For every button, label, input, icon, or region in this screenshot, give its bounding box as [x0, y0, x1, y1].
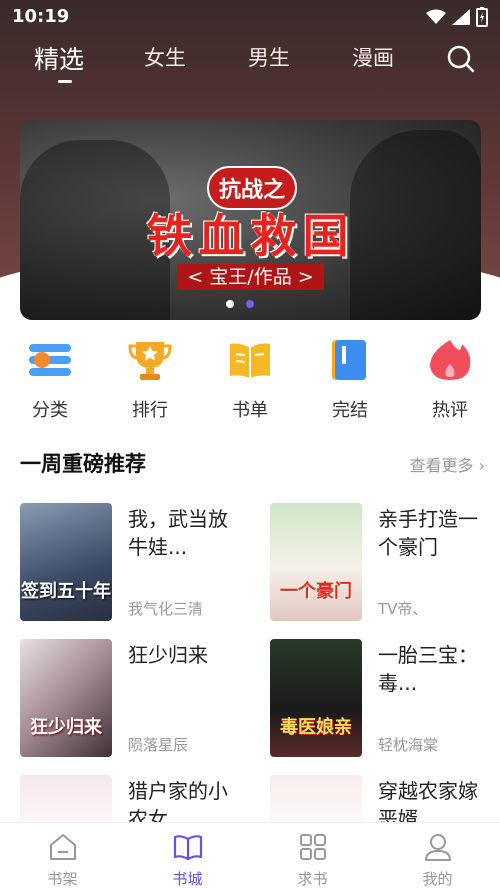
trophy-icon — [128, 342, 172, 380]
cover-text: 狂少归来 — [30, 717, 102, 738]
top-nav: 精选 女生 男生 漫画 — [0, 36, 500, 86]
tab-indicator — [58, 80, 72, 83]
banner-author: < 宝王/作品 > — [177, 264, 324, 290]
tab-male[interactable]: 男生 — [248, 42, 290, 72]
signal-icon — [452, 9, 470, 25]
book-author: TV帝、 — [378, 600, 428, 618]
quick-link-ranking[interactable]: 排行 — [100, 332, 200, 422]
see-more-label: 查看更多 — [409, 456, 474, 475]
book-title: 亲手打造一个豪门 — [378, 507, 478, 559]
battery-icon — [476, 7, 488, 27]
bottom-nav-request[interactable]: 求书 — [250, 823, 375, 889]
quick-link-label: 书单 — [232, 400, 268, 421]
quick-link-label: 排行 — [132, 400, 168, 421]
chevron-right-icon: › — [478, 456, 485, 475]
quick-link-booklist[interactable]: 书单 — [200, 332, 300, 422]
status-time: 10:19 — [12, 6, 70, 27]
pagination-dot[interactable] — [226, 300, 234, 308]
cover-text: 毒医娘亲 — [280, 717, 352, 738]
bottom-nav-label: 书城 — [172, 870, 203, 888]
status-bar: 10:19 — [0, 0, 500, 34]
book-cover: 毒医娘亲 — [270, 639, 362, 757]
quick-link-category[interactable]: 分类 — [0, 332, 100, 422]
book-author: 我气化三清 — [128, 600, 204, 618]
book-title: 一胎三宝：毒... — [378, 643, 478, 695]
book-cover: 签到五十年 — [20, 503, 112, 621]
bottom-nav-bookstore[interactable]: 书城 — [125, 823, 250, 889]
quick-link-label: 热评 — [432, 400, 468, 421]
see-more-link[interactable]: 查看更多 › — [409, 452, 485, 476]
grid-icon — [299, 834, 326, 860]
quick-link-hot-comments[interactable]: 热评 — [400, 332, 500, 422]
book-cover: 一个豪门 — [270, 503, 362, 621]
search-icon[interactable] — [446, 44, 476, 74]
promo-banner[interactable]: 抗战之 铁血救国 < 宝王/作品 > — [20, 120, 481, 320]
user-icon — [424, 834, 451, 861]
banner-pagination — [226, 300, 254, 308]
bottom-nav-label: 求书 — [297, 870, 328, 888]
category-icon — [29, 344, 71, 376]
book-cover: 狂少归来 — [20, 639, 112, 757]
bottom-nav: 书架 书城 求书 我的 — [0, 822, 500, 889]
tab-comics[interactable]: 漫画 — [352, 42, 394, 72]
bookshelf-home-icon — [49, 834, 76, 860]
cover-text: 签到五十年 — [21, 581, 111, 602]
banner-title: 铁血救国 — [146, 209, 355, 263]
section-header: 一周重磅推荐 查看更多 › — [20, 448, 485, 480]
tab-featured[interactable]: 精选 — [34, 40, 84, 76]
pagination-dot-active[interactable] — [246, 300, 254, 308]
book-author: 陨落星辰 — [128, 736, 189, 754]
cover-text: 一个豪门 — [280, 581, 352, 602]
quick-link-completed[interactable]: 完结 — [300, 332, 400, 422]
book-card[interactable]: 一个豪门 亲手打造一个豪门 TV帝、 — [270, 503, 500, 623]
book-author: 轻枕海棠 — [378, 736, 439, 754]
book-open-icon — [230, 343, 270, 378]
quick-link-label: 分类 — [32, 400, 68, 421]
bookmark-book-icon — [332, 340, 366, 380]
quick-link-label: 完结 — [332, 400, 368, 421]
book-title: 我，武当放牛娃... — [128, 507, 228, 559]
bottom-nav-bookshelf[interactable]: 书架 — [0, 823, 125, 889]
book-title: 狂少归来 — [128, 643, 208, 667]
quick-links: 分类 排行 书单 完结 热评 — [0, 332, 500, 422]
banner-subtitle: < 宝王/作品 > — [20, 262, 481, 290]
open-book-icon — [173, 835, 202, 861]
book-card[interactable]: 签到五十年 我，武当放牛娃... 我气化三清 — [20, 503, 250, 623]
flame-icon — [430, 340, 471, 380]
wifi-icon — [426, 9, 446, 24]
tab-female[interactable]: 女生 — [144, 42, 186, 72]
status-icons — [426, 7, 488, 27]
bottom-nav-profile[interactable]: 我的 — [375, 823, 500, 889]
bottom-nav-label: 书架 — [47, 870, 78, 888]
section-title: 一周重磅推荐 — [20, 452, 146, 476]
book-card[interactable]: 狂少归来 狂少归来 陨落星辰 — [20, 639, 250, 759]
bottom-nav-label: 我的 — [422, 870, 453, 888]
book-card[interactable]: 毒医娘亲 一胎三宝：毒... 轻枕海棠 — [270, 639, 500, 759]
